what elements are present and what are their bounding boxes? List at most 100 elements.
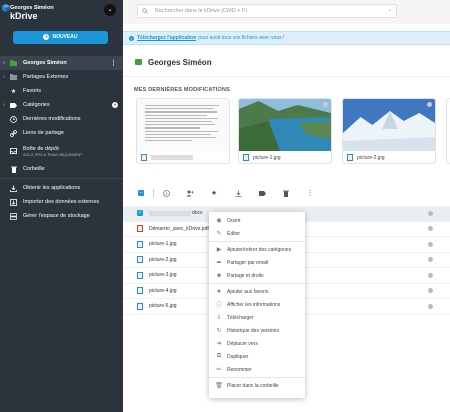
sidebar-item-favorites[interactable]: ★ Favoris (0, 84, 123, 98)
more-actions-button[interactable]: ⋮ (306, 189, 314, 197)
sidebar-item-get-apps[interactable]: Obtenir les applications (0, 181, 123, 195)
row-options-icon[interactable] (428, 303, 433, 309)
import-icon (10, 198, 17, 206)
category-button[interactable] (258, 189, 266, 197)
more-options-icon[interactable]: ⋮ (110, 59, 117, 67)
menu-item-version-history[interactable]: ↻ Historique des versions (209, 324, 305, 337)
recent-card-picture-2[interactable]: picture-2.jpg (342, 98, 436, 164)
info-icon (162, 189, 170, 197)
card-options-icon[interactable] (427, 102, 432, 107)
card-options-icon[interactable] (323, 102, 328, 107)
row-options-icon[interactable] (428, 257, 433, 263)
trash-icon (10, 166, 17, 173)
menu-item-rename[interactable]: ✏ Renommer (209, 363, 305, 376)
chevron-down-icon[interactable]: ⌄ (388, 7, 392, 13)
menu-item-download[interactable]: ⤓ Télécharger (209, 311, 305, 324)
row-checkbox[interactable]: ✓ (137, 210, 143, 217)
row-options-icon[interactable] (428, 272, 433, 278)
download-icon (10, 185, 17, 192)
clock-icon (10, 115, 17, 123)
new-button[interactable]: + NOUVEAU (13, 31, 108, 44)
sidebar-item-drive[interactable]: › Georges Siméon ⋮ (0, 56, 123, 70)
sidebar-item-categories[interactable]: › Catégories + (0, 98, 123, 112)
select-all-checkbox[interactable]: – (137, 189, 145, 197)
share-button[interactable] (186, 189, 194, 197)
recent-card-picture-1[interactable]: picture-1.jpg (238, 98, 332, 164)
pencil-icon: ✏ (216, 367, 222, 373)
menu-divider (209, 377, 305, 378)
expand-caret-icon[interactable]: › (3, 74, 5, 80)
row-options-icon[interactable] (428, 241, 433, 247)
menu-item-label: Télécharger (227, 314, 254, 321)
file-name: picture-3.jpg (149, 272, 177, 279)
download-app-link[interactable]: Téléchargez l'application (137, 35, 196, 41)
image-file-icon (243, 154, 249, 161)
menu-item-label: Ouvrir (227, 217, 241, 224)
blurred-filename (149, 210, 191, 216)
sidebar-item-label: Gérer l'espace de stockage (23, 213, 90, 219)
menu-item-label: Partager par email (227, 259, 269, 266)
sidebar-item-external-shares[interactable]: › Partages Externes (0, 70, 123, 84)
menu-item-categories[interactable]: ▶ Ajouter/retirer des catégories (209, 243, 305, 256)
add-user-icon: ☻ (215, 272, 223, 279)
menu-item-label: Ajouter/retirer des catégories (227, 246, 292, 253)
menu-item-label: Historique des versions (227, 327, 279, 334)
image-file-icon (137, 271, 143, 279)
menu-divider (209, 283, 305, 284)
add-user-icon (186, 190, 194, 196)
menu-item-move[interactable]: ➜ Déplacer vers (209, 337, 305, 350)
delete-button[interactable] (282, 189, 290, 197)
sidebar-item-import[interactable]: Importer des données externes (0, 195, 123, 209)
expand-caret-icon[interactable]: › (3, 102, 5, 108)
search-placeholder: Rechercher dans le kDrive (CMD + F) (155, 8, 248, 14)
menu-item-share-rights[interactable]: ☻ Partage et droits (209, 269, 305, 282)
sidebar-item-drop-box[interactable]: Boîte de dépôt SOLO, PRO & TEAM UNIQUEME… (0, 140, 123, 162)
sidebar-item-share-links[interactable]: Liens de partage (0, 126, 123, 140)
recent-card-partial[interactable] (446, 98, 450, 164)
kdrive-logo-icon (2, 4, 10, 12)
pencil-icon: ✎ (216, 231, 222, 237)
star-icon: ★ (216, 289, 222, 295)
favorite-button[interactable]: ★ (210, 189, 218, 197)
search-input[interactable]: Rechercher dans le kDrive (CMD + F) ⌄ (137, 4, 397, 18)
row-options-icon[interactable] (428, 288, 433, 294)
storage-icon (10, 212, 17, 220)
sidebar-item-label: Dernières modifications (23, 116, 81, 122)
lake-photo-thumbnail (239, 99, 331, 151)
row-options-icon[interactable] (428, 226, 433, 232)
add-category-icon[interactable]: + (112, 102, 118, 108)
share-icon (10, 74, 17, 81)
expand-caret-icon[interactable]: › (3, 60, 5, 66)
pdf-file-icon (137, 225, 143, 233)
sidebar-item-label: Obtenir les applications (23, 185, 81, 191)
menu-item-share-email[interactable]: ➦ Partager par email (209, 256, 305, 269)
banner-text: pour avoir tous vos fichiers avec vous ! (198, 35, 285, 41)
app-name: kDrive (10, 11, 38, 21)
account-switcher-chevron-icon[interactable]: ⌄ (104, 4, 116, 16)
sidebar-item-recent-changes[interactable]: Dernières modifications (0, 112, 123, 126)
new-button-label: NOUVEAU (52, 34, 78, 40)
recent-changes-heading: MES DERNIÈRES MODIFICATIONS (134, 87, 231, 93)
card-caption: picture-1.jpg (243, 154, 281, 161)
sidebar-item-storage[interactable]: Gérer l'espace de stockage (0, 209, 123, 223)
copy-icon: ⧉ (216, 353, 222, 359)
menu-divider (209, 241, 305, 242)
link-icon (10, 129, 17, 137)
menu-item-add-favorite[interactable]: ★ Ajouter aux favoris (209, 285, 305, 298)
recent-card-document[interactable] (136, 98, 230, 164)
info-button[interactable] (162, 189, 170, 197)
menu-item-open[interactable]: ◉ Ouvrir (209, 214, 305, 227)
image-file-icon (137, 302, 143, 310)
menu-item-duplicate[interactable]: ⧉ Dupliquer (209, 350, 305, 363)
eye-icon: ◉ (216, 218, 222, 224)
history-icon: ↻ (216, 328, 222, 334)
image-file-icon (347, 154, 353, 161)
download-button[interactable] (234, 189, 242, 197)
row-options-icon[interactable] (428, 210, 433, 216)
card-caption (141, 154, 193, 161)
menu-item-edit[interactable]: ✎ Éditer (209, 227, 305, 240)
info-icon: i (129, 35, 134, 41)
menu-item-move-to-trash[interactable]: 🗑 Placer dans la corbeille (209, 379, 305, 392)
sidebar-item-trash[interactable]: Corbeille (0, 162, 123, 176)
menu-item-info[interactable]: ⓘ Afficher les informations (209, 298, 305, 311)
